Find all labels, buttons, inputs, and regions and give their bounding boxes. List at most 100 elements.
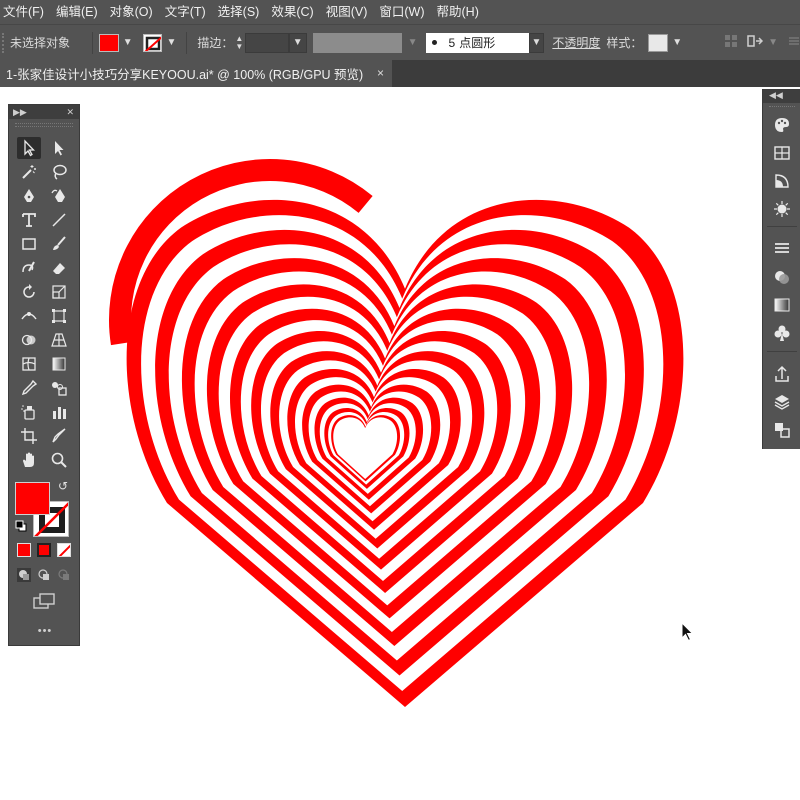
type-tool-icon[interactable] — [17, 209, 41, 231]
selection-tool-icon[interactable] — [17, 137, 41, 159]
grip-handle[interactable] — [2, 32, 8, 53]
document-tab[interactable]: 1-张家佳设计小技巧分享KEYOOU.ai* @ 100% (RGB/GPU 预… — [0, 60, 392, 87]
slice-tool-icon[interactable] — [47, 425, 71, 447]
striped-heart-artwork[interactable] — [0, 87, 800, 800]
width-tool-icon[interactable] — [17, 305, 41, 327]
fill-color-swatch[interactable] — [15, 482, 50, 515]
artboard-canvas[interactable] — [0, 87, 800, 800]
scale-tool-icon[interactable] — [47, 281, 71, 303]
fill-swatch[interactable] — [98, 33, 119, 52]
layers-panel-icon[interactable] — [772, 392, 792, 412]
dock-header[interactable]: ◀◀ — [763, 89, 800, 103]
perspective-grid-tool-icon[interactable] — [47, 329, 71, 351]
asset-export-panel-icon[interactable] — [772, 364, 792, 384]
panel-menu-icon[interactable] — [788, 35, 800, 50]
close-icon[interactable]: ✕ — [66, 106, 74, 118]
selection-status: 未选择对象 — [9, 36, 70, 50]
graphic-style-swatch[interactable] — [648, 33, 669, 52]
draw-behind-icon[interactable] — [37, 568, 51, 585]
opacity-link[interactable]: 不透明度 — [552, 34, 600, 51]
stroke-swatch[interactable] — [142, 33, 163, 52]
chevron-down-icon[interactable]: ▼ — [123, 37, 133, 48]
variable-width-profile[interactable] — [312, 32, 402, 53]
curvature-tool-icon[interactable] — [47, 185, 71, 207]
column-graph-tool-icon[interactable] — [47, 401, 71, 423]
grip-handle[interactable] — [769, 106, 795, 107]
chevron-down-icon[interactable]: ▼ — [672, 37, 682, 48]
blend-tool-icon[interactable] — [47, 377, 71, 399]
control-bar: 未选择对象 ▼ ▼ 描边： ▲ ▼ ▼ ▼ 5 点圆形 ▼ 不透明度 样式： ▼ … — [0, 24, 800, 60]
zoom-tool-icon[interactable] — [47, 449, 71, 471]
symbol-sprayer-tool-icon[interactable] — [17, 401, 41, 423]
chevron-down-icon[interactable]: ▼ — [166, 37, 176, 48]
none-mode-button[interactable] — [57, 543, 71, 557]
gradient-panel-icon[interactable] — [772, 295, 792, 315]
rectangle-tool-icon[interactable] — [17, 233, 41, 255]
chevron-down-icon[interactable]: ▼ — [768, 37, 778, 48]
shaper-tool-icon[interactable] — [17, 257, 41, 279]
menu-effect[interactable]: 效果(C) — [267, 0, 317, 24]
draw-inside-icon[interactable] — [57, 568, 71, 585]
menu-file[interactable]: 文件(F) — [0, 0, 48, 24]
direct-selection-tool-icon[interactable] — [47, 137, 71, 159]
stepper-icon[interactable]: ▲ ▼ — [235, 34, 243, 51]
rotate-tool-icon[interactable] — [17, 281, 41, 303]
lasso-tool-icon[interactable] — [47, 161, 71, 183]
tools-panel-header[interactable]: ▶▶ ✕ — [9, 105, 79, 119]
transform-icon[interactable] — [746, 34, 764, 51]
menu-edit[interactable]: 编辑(E) — [52, 0, 102, 24]
stroke-weight-input[interactable] — [245, 32, 289, 53]
stroke-label: 描边： — [197, 36, 234, 50]
symbols-panel-icon[interactable] — [772, 199, 792, 219]
pen-tool-icon[interactable] — [17, 185, 41, 207]
magic-wand-tool-icon[interactable] — [17, 161, 41, 183]
shape-builder-tool-icon[interactable] — [17, 329, 41, 351]
draw-normal-icon[interactable] — [17, 568, 31, 585]
artboards-panel-icon[interactable] — [772, 420, 792, 440]
paintbrush-tool-icon[interactable] — [47, 233, 71, 255]
divider — [767, 351, 797, 352]
chevron-down-icon[interactable]: ▼ — [528, 32, 545, 53]
collapse-icon[interactable]: ▶▶ — [13, 106, 27, 118]
edit-toolbar-icon[interactable]: ••• — [9, 625, 81, 637]
expand-icon[interactable]: ◀◀ — [769, 90, 783, 101]
color-guide-panel-icon[interactable] — [772, 171, 792, 191]
menu-window[interactable]: 窗口(W) — [375, 0, 428, 24]
free-transform-tool-icon[interactable] — [47, 305, 71, 327]
swatches-panel-icon[interactable] — [772, 143, 792, 163]
color-mode-button[interactable] — [17, 543, 31, 557]
brush-size: 5 — [448, 35, 456, 50]
default-colors-icon[interactable] — [15, 520, 27, 535]
transparency-panel-icon[interactable] — [772, 267, 792, 287]
menu-type[interactable]: 文字(T) — [161, 0, 210, 24]
artboard-tool-icon[interactable] — [17, 425, 41, 447]
brush-name: 点圆形 — [459, 36, 496, 50]
stroke-panel-icon[interactable] — [772, 239, 792, 259]
chevron-down-icon[interactable]: ▼ — [288, 32, 307, 53]
menu-object[interactable]: 对象(O) — [106, 0, 157, 24]
brush-definition-select[interactable]: 5 点圆形 — [425, 32, 529, 53]
divider — [186, 31, 188, 54]
gradient-mode-button[interactable] — [37, 543, 51, 557]
hand-tool-icon[interactable] — [17, 449, 41, 471]
divider — [767, 226, 797, 227]
gradient-tool-icon[interactable] — [47, 353, 71, 375]
mesh-tool-icon[interactable] — [17, 353, 41, 375]
menu-select[interactable]: 选择(S) — [214, 0, 264, 24]
heart-stripes — [126, 199, 684, 708]
menu-help[interactable]: 帮助(H) — [433, 0, 483, 24]
grip-handle[interactable] — [15, 123, 73, 127]
close-icon[interactable]: × — [377, 66, 384, 80]
menu-view[interactable]: 视图(V) — [322, 0, 372, 24]
eraser-tool-icon[interactable] — [47, 257, 71, 279]
eyedropper-tool-icon[interactable] — [17, 377, 41, 399]
style-label: 样式： — [606, 36, 643, 50]
align-icon[interactable] — [724, 34, 738, 51]
line-segment-tool-icon[interactable] — [47, 209, 71, 231]
screen-mode-icon[interactable] — [33, 592, 57, 613]
mouse-cursor-icon — [681, 622, 694, 642]
swap-colors-icon[interactable]: ↺ — [58, 479, 68, 493]
symbols-club-icon[interactable] — [772, 323, 792, 343]
color-panel-icon[interactable] — [772, 115, 792, 135]
stroke-none-icon — [144, 35, 162, 51]
